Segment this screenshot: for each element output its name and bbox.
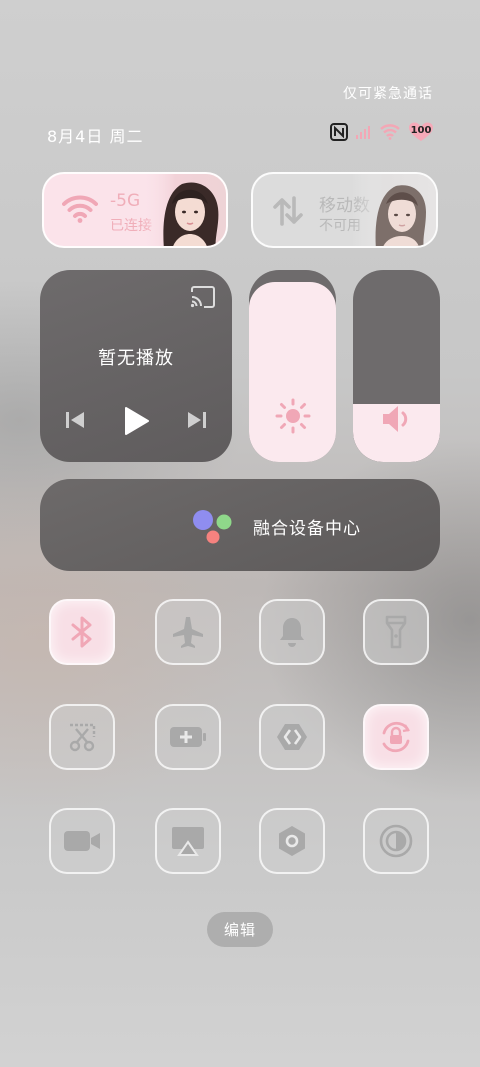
device-center-logo-icon	[192, 509, 234, 549]
brightness-slider[interactable]	[249, 270, 336, 462]
device-center-card[interactable]: 融合设备中心	[40, 479, 440, 571]
edit-button[interactable]: 编辑	[207, 912, 273, 947]
airplane-icon	[171, 615, 205, 649]
status-icons: 100	[330, 121, 434, 143]
wifi-tile[interactable]: -5G 已连接	[42, 172, 228, 248]
ring-toggle[interactable]	[259, 599, 325, 665]
screen-cast-toggle[interactable]	[155, 808, 221, 874]
bell-icon	[277, 615, 307, 649]
rotation-lock-icon	[378, 719, 414, 755]
contrast-icon	[379, 824, 413, 858]
volume-icon	[381, 404, 413, 438]
battery-plus-icon	[169, 726, 207, 748]
scissors-icon	[66, 721, 98, 753]
airplay-icon	[170, 825, 206, 857]
battery-level-text: 100	[410, 125, 432, 136]
data-arrows-icon	[271, 194, 305, 232]
video-camera-icon	[63, 829, 101, 853]
device-center-label: 融合设备中心	[253, 519, 361, 539]
flashlight-icon	[384, 614, 408, 650]
wifi-title: -5G	[110, 191, 141, 211]
airplane-mode-toggle[interactable]	[155, 599, 221, 665]
media-player-card[interactable]: 暂无播放	[40, 270, 232, 462]
mobile-tile-portrait	[352, 174, 436, 246]
wifi-icon	[62, 194, 98, 228]
screenshot-toggle[interactable]	[49, 704, 115, 770]
code-icon	[275, 722, 309, 752]
wifi-status-icon	[380, 124, 400, 140]
dark-mode-toggle[interactable]	[363, 808, 429, 874]
rotation-lock-toggle[interactable]	[363, 704, 429, 770]
battery-icon: 100	[408, 121, 434, 143]
next-track-icon[interactable]	[186, 410, 208, 434]
bluetooth-toggle[interactable]	[49, 599, 115, 665]
wifi-tile-portrait	[142, 174, 226, 246]
cast-icon[interactable]	[190, 286, 216, 312]
flashlight-toggle[interactable]	[363, 599, 429, 665]
now-playing-text: 暂无播放	[98, 348, 174, 369]
mobile-data-tile[interactable]: 移动数 不可用	[251, 172, 438, 248]
hexagon-settings-toggle[interactable]	[259, 808, 325, 874]
battery-saver-toggle[interactable]	[155, 704, 221, 770]
screen-record-toggle[interactable]	[49, 808, 115, 874]
previous-track-icon[interactable]	[64, 410, 86, 434]
play-icon[interactable]	[122, 406, 150, 440]
bluetooth-icon	[70, 615, 94, 649]
signal-icon	[356, 125, 372, 139]
emergency-call-only-text: 仅可紧急通话	[343, 86, 433, 102]
volume-slider[interactable]	[353, 270, 440, 462]
hexagon-icon	[275, 824, 309, 858]
date-text: 8月4日 周二	[47, 127, 144, 146]
brightness-icon	[275, 398, 311, 438]
nfc-icon	[330, 123, 348, 141]
code-toggle[interactable]	[259, 704, 325, 770]
